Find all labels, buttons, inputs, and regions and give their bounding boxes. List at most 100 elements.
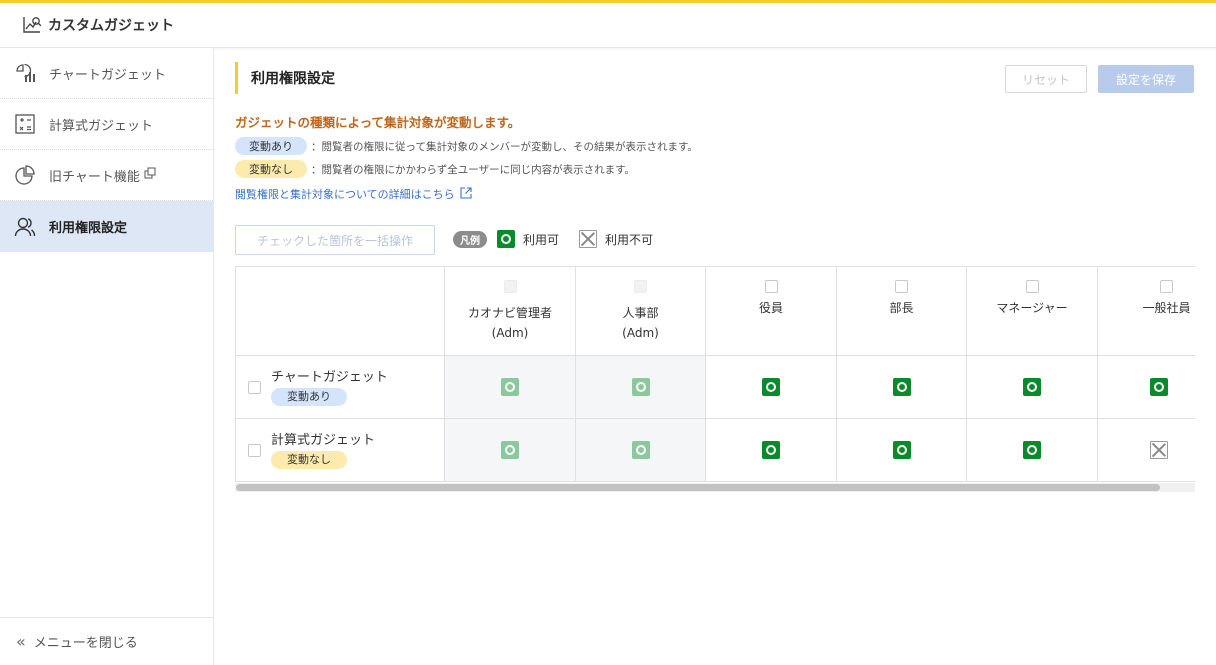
- permission-cell: [444, 418, 576, 482]
- legend-description: ：閲覧者の権限にかかわらず全ユーザーに同じ内容が表示されます。: [311, 163, 636, 176]
- fixed-badge: 変動なし: [271, 450, 347, 469]
- row-name: チャートガジェット: [271, 369, 388, 385]
- column-sub: (Adm): [622, 325, 659, 340]
- double-chevron-left-icon: «: [16, 632, 26, 651]
- sidebar-item-label: チャートガジェット: [49, 67, 166, 83]
- permission-cell[interactable]: [836, 418, 967, 482]
- detail-link-label: 閲覧権限と集計対象についての詳細はこちら: [235, 188, 455, 201]
- column-sub: (Adm): [491, 325, 529, 340]
- sidebar: チャートガジェット 計算式ガジェット 旧チャート機能 利用権限設定 « メニュー…: [0, 48, 214, 665]
- column-name: マネージャー: [996, 301, 1068, 315]
- available-icon[interactable]: [892, 441, 911, 459]
- available-icon: [501, 378, 519, 396]
- permission-cell[interactable]: [705, 355, 837, 419]
- column-header: マネージャー: [966, 266, 1098, 356]
- legend-line-variable: 変動あり ：閲覧者の権限に従って集計対象のメンバーが変動し、その結果が表示されま…: [235, 137, 698, 155]
- column-header: 部長: [836, 266, 967, 356]
- column-name: 一般社員: [1142, 301, 1191, 315]
- permission-cell[interactable]: [705, 418, 837, 482]
- scrollbar-thumb[interactable]: [236, 484, 1160, 491]
- row-checkbox[interactable]: [248, 380, 261, 394]
- app-title: カスタムガジェット: [48, 18, 174, 34]
- sidebar-item-label: 計算式ガジェット: [49, 118, 154, 134]
- fixed-badge: 変動なし: [235, 160, 307, 178]
- column-checkbox: [503, 279, 517, 293]
- variable-badge: 変動あり: [271, 387, 347, 406]
- column-checkbox: [634, 279, 647, 293]
- sidebar-item-chart-gadget[interactable]: チャートガジェット: [0, 48, 213, 99]
- column-checkbox[interactable]: [1160, 280, 1173, 293]
- table-row: チャートガジェット 変動あり: [235, 355, 1195, 419]
- column-checkbox[interactable]: [895, 280, 908, 293]
- table-row: 計算式ガジェット 変動なし: [235, 418, 1195, 482]
- legend-unavailable-label: 利用不可: [605, 232, 654, 247]
- warning-text: ガジェットの種類によって集計対象が変動します。: [235, 115, 521, 130]
- row-checkbox[interactable]: [248, 443, 261, 457]
- table-header-row: カオナビ管理者 (Adm) 人事部 (Adm) 役員 部長 マネージャー 一般社…: [235, 266, 1195, 356]
- permission-cell[interactable]: [1097, 418, 1195, 482]
- column-name: 役員: [758, 301, 783, 315]
- page-title: 利用権限設定: [235, 62, 335, 94]
- calculator-icon: [14, 113, 36, 135]
- sidebar-item-legacy-chart[interactable]: 旧チャート機能: [0, 150, 213, 201]
- legend-available-label: 利用可: [523, 232, 560, 247]
- column-header: 一般社員: [1097, 266, 1195, 356]
- permission-cell[interactable]: [1097, 355, 1195, 419]
- column-header: 役員: [705, 266, 837, 356]
- unavailable-icon: [579, 230, 598, 248]
- row-header: 計算式ガジェット 変動なし: [235, 418, 445, 482]
- external-link-icon: [460, 186, 472, 202]
- column-header: カオナビ管理者 (Adm): [444, 266, 576, 356]
- permission-table-wrapper: カオナビ管理者 (Adm) 人事部 (Adm) 役員 部長 マネージャー 一般社…: [235, 266, 1195, 483]
- column-name: 人事部: [622, 305, 659, 320]
- legend-tag: 凡例: [453, 230, 487, 248]
- available-icon: [501, 441, 519, 459]
- table-corner-cell: [235, 266, 445, 356]
- custom-gadget-icon: [22, 15, 42, 35]
- column-header: 人事部 (Adm): [575, 266, 706, 356]
- bulk-operation-button[interactable]: チェックした箇所を一括操作: [235, 225, 435, 255]
- permission-table: カオナビ管理者 (Adm) 人事部 (Adm) 役員 部長 マネージャー 一般社…: [235, 266, 1195, 482]
- available-icon[interactable]: [762, 378, 780, 396]
- legend-line-fixed: 変動なし ：閲覧者の権限にかかわらず全ユーザーに同じ内容が表示されます。: [235, 160, 635, 178]
- save-button[interactable]: 設定を保存: [1098, 65, 1194, 93]
- external-window-icon: [144, 167, 156, 183]
- available-icon[interactable]: [1023, 441, 1041, 459]
- column-name: カオナビ管理者: [467, 305, 552, 320]
- permission-cell[interactable]: [966, 418, 1098, 482]
- permission-cell: [575, 418, 706, 482]
- reset-button[interactable]: リセット: [1005, 65, 1087, 93]
- permission-cell[interactable]: [966, 355, 1098, 419]
- detail-link[interactable]: 閲覧権限と集計対象についての詳細はこちら: [235, 186, 472, 202]
- legend: 凡例 利用可 利用不可: [453, 230, 653, 248]
- legend-description: ：閲覧者の権限に従って集計対象のメンバーが変動し、その結果が表示されます。: [311, 140, 698, 153]
- available-icon[interactable]: [1150, 378, 1168, 396]
- available-icon[interactable]: [1023, 378, 1041, 396]
- users-icon: [14, 216, 36, 238]
- pie-chart-icon: [14, 164, 36, 186]
- collapse-menu-button[interactable]: « メニューを閉じる: [0, 617, 213, 665]
- column-checkbox[interactable]: [764, 280, 778, 293]
- column-name: 部長: [889, 301, 914, 315]
- available-icon[interactable]: [892, 378, 911, 396]
- permission-cell: [575, 355, 706, 419]
- app-header: カスタムガジェット: [0, 0, 1216, 48]
- permission-cell[interactable]: [836, 355, 967, 419]
- unavailable-icon[interactable]: [1150, 441, 1168, 459]
- variable-badge: 変動あり: [235, 137, 307, 155]
- available-icon: [631, 378, 650, 396]
- permission-cell: [444, 355, 576, 419]
- available-icon[interactable]: [762, 441, 780, 459]
- horizontal-scrollbar[interactable]: [235, 483, 1195, 492]
- sidebar-item-label: 旧チャート機能: [49, 169, 140, 185]
- row-name: 計算式ガジェット: [271, 432, 376, 448]
- sidebar-item-formula-gadget[interactable]: 計算式ガジェット: [0, 99, 213, 150]
- collapse-menu-label: メニューを閉じる: [33, 636, 138, 651]
- column-checkbox[interactable]: [1025, 280, 1039, 293]
- sidebar-item-label: 利用権限設定: [49, 221, 128, 236]
- available-icon: [497, 230, 515, 248]
- row-header: チャートガジェット 変動あり: [235, 355, 445, 419]
- chart-gadget-icon: [14, 62, 36, 84]
- sidebar-item-permission-settings[interactable]: 利用権限設定: [0, 201, 213, 252]
- available-icon: [631, 441, 650, 459]
